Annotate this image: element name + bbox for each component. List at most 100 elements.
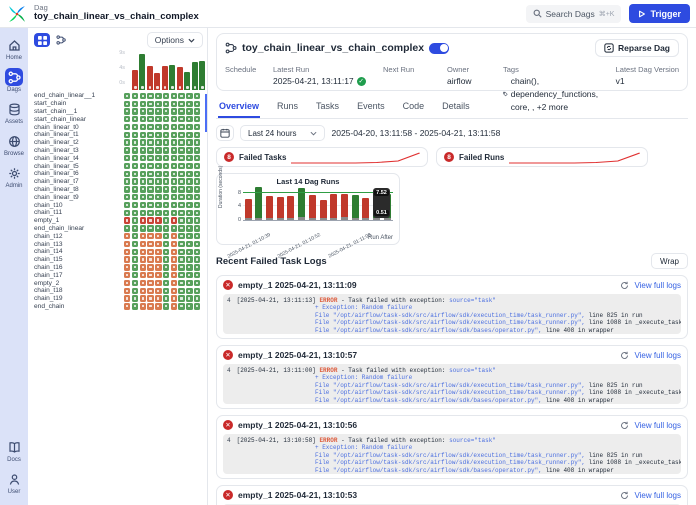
task-instance-cell[interactable] xyxy=(140,194,146,200)
panel-resize-handle[interactable] xyxy=(205,94,207,132)
task-instance-cell[interactable] xyxy=(140,217,146,223)
task-instance-cell[interactable] xyxy=(186,178,192,184)
task-instance-cell[interactable] xyxy=(132,108,138,114)
task-instance-cell[interactable] xyxy=(155,101,161,107)
task-instance-cell[interactable] xyxy=(163,108,169,114)
task-instance-cell[interactable] xyxy=(147,264,153,270)
task-instance-cell[interactable] xyxy=(171,124,177,130)
task-instance-cell[interactable] xyxy=(132,249,138,255)
task-instance-cell[interactable] xyxy=(171,272,177,278)
task-instance-cell[interactable] xyxy=(155,139,161,145)
task-instance-cell[interactable] xyxy=(171,116,177,122)
task-instance-cell[interactable] xyxy=(147,186,153,192)
tab-events[interactable]: Events xyxy=(356,97,386,118)
task-instance-cell[interactable] xyxy=(194,171,200,177)
dag-run-bar[interactable] xyxy=(184,72,190,90)
task-instance-cell[interactable] xyxy=(155,163,161,169)
task-instance-cell[interactable] xyxy=(163,233,169,239)
task-instance-cell[interactable] xyxy=(140,124,146,130)
task-name[interactable]: chain_t10 xyxy=(28,202,124,209)
task-instance-cell[interactable] xyxy=(132,163,138,169)
task-instance-cell[interactable] xyxy=(178,280,184,286)
task-instance-cell[interactable] xyxy=(186,233,192,239)
task-instance-cell[interactable] xyxy=(163,171,169,177)
task-instance-cell[interactable] xyxy=(124,288,130,294)
task-name[interactable]: chain_linear_t8 xyxy=(28,186,124,193)
task-instance-cell[interactable] xyxy=(147,256,153,262)
task-instance-cell[interactable] xyxy=(155,124,161,130)
task-instance-cell[interactable] xyxy=(194,186,200,192)
task-instance-cell[interactable] xyxy=(171,132,177,138)
task-instance-cell[interactable] xyxy=(186,163,192,169)
task-instance-cell[interactable] xyxy=(155,288,161,294)
task-instance-cell[interactable] xyxy=(147,272,153,278)
task-instance-cell[interactable] xyxy=(194,101,200,107)
task-instance-cell[interactable] xyxy=(132,272,138,278)
task-instance-cell[interactable] xyxy=(186,272,192,278)
task-instance-cell[interactable] xyxy=(163,241,169,247)
task-instance-cell[interactable] xyxy=(124,171,130,177)
task-instance-cell[interactable] xyxy=(155,93,161,99)
task-instance-cell[interactable] xyxy=(178,155,184,161)
task-instance-cell[interactable] xyxy=(163,280,169,286)
task-instance-cell[interactable] xyxy=(132,202,138,208)
dag-enabled-toggle[interactable] xyxy=(429,43,449,54)
task-instance-cell[interactable] xyxy=(140,202,146,208)
task-instance-cell[interactable] xyxy=(140,139,146,145)
task-instance-cell[interactable] xyxy=(147,225,153,231)
task-instance-cell[interactable] xyxy=(194,303,200,309)
task-name[interactable]: chain_t18 xyxy=(28,287,124,294)
task-instance-cell[interactable] xyxy=(132,264,138,270)
task-instance-cell[interactable] xyxy=(186,93,192,99)
task-instance-cell[interactable] xyxy=(140,171,146,177)
task-instance-cell[interactable] xyxy=(155,194,161,200)
task-name[interactable]: chain_t12 xyxy=(28,233,124,240)
task-instance-cell[interactable] xyxy=(140,163,146,169)
task-instance-cell[interactable] xyxy=(186,171,192,177)
task-instance-cell[interactable] xyxy=(178,303,184,309)
task-instance-cell[interactable] xyxy=(140,249,146,255)
log-content[interactable]: 4[2025-04-21, 13:11:13] ERROR - Task fai… xyxy=(223,294,681,334)
task-instance-cell[interactable] xyxy=(178,139,184,145)
task-instance-cell[interactable] xyxy=(171,225,177,231)
task-instance-cell[interactable] xyxy=(132,217,138,223)
task-instance-cell[interactable] xyxy=(186,225,192,231)
sidebar-item-user[interactable]: User xyxy=(0,468,28,497)
task-instance-cell[interactable] xyxy=(163,163,169,169)
task-instance-cell[interactable] xyxy=(163,101,169,107)
task-instance-cell[interactable] xyxy=(132,147,138,153)
refresh-icon[interactable] xyxy=(620,421,629,430)
sidebar-item-docs[interactable]: Docs xyxy=(0,436,28,465)
task-instance-cell[interactable] xyxy=(171,202,177,208)
task-instance-cell[interactable] xyxy=(171,178,177,184)
stat-card-failed-tasks[interactable]: 8Failed Tasks xyxy=(216,147,428,167)
task-instance-cell[interactable] xyxy=(194,202,200,208)
task-instance-cell[interactable] xyxy=(171,303,177,309)
task-instance-cell[interactable] xyxy=(163,139,169,145)
time-range-select[interactable]: Last 24 hours xyxy=(240,125,325,141)
task-instance-cell[interactable] xyxy=(147,241,153,247)
stat-card-failed-runs[interactable]: 8Failed Runs xyxy=(436,147,648,167)
task-instance-cell[interactable] xyxy=(171,249,177,255)
view-full-logs-link[interactable]: View full logs xyxy=(634,351,681,360)
log-entry-title[interactable]: empty_1 2025-04-21, 13:11:09 xyxy=(238,280,357,290)
graph-view-button[interactable] xyxy=(53,33,69,47)
task-instance-cell[interactable] xyxy=(140,280,146,286)
task-instance-cell[interactable] xyxy=(178,217,184,223)
task-instance-cell[interactable] xyxy=(178,210,184,216)
task-instance-cell[interactable] xyxy=(163,155,169,161)
task-instance-cell[interactable] xyxy=(132,241,138,247)
search-dags-input[interactable]: Search Dags ⌘+K xyxy=(526,5,622,23)
task-instance-cell[interactable] xyxy=(155,272,161,278)
task-instance-cell[interactable] xyxy=(178,124,184,130)
task-instance-cell[interactable] xyxy=(194,132,200,138)
tab-details[interactable]: Details xyxy=(441,97,471,118)
task-instance-cell[interactable] xyxy=(124,264,130,270)
task-instance-cell[interactable] xyxy=(171,194,177,200)
refresh-icon[interactable] xyxy=(620,351,629,360)
task-instance-cell[interactable] xyxy=(163,225,169,231)
task-instance-cell[interactable] xyxy=(132,295,138,301)
task-instance-cell[interactable] xyxy=(178,178,184,184)
view-full-logs-link[interactable]: View full logs xyxy=(634,491,681,500)
tab-overview[interactable]: Overview xyxy=(218,97,260,118)
